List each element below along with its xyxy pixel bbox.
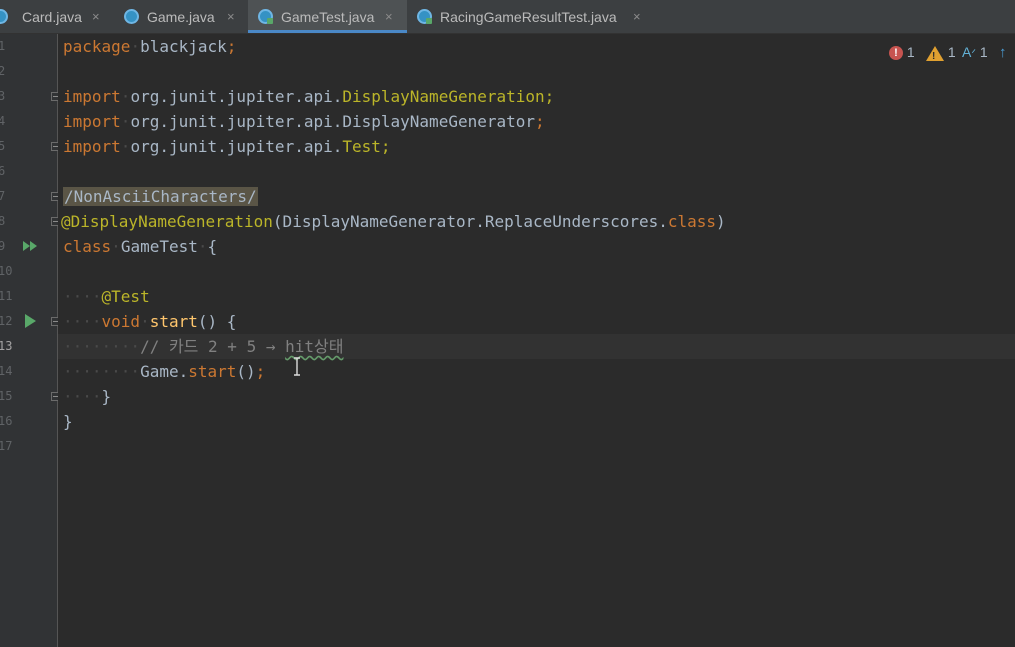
java-test-class-icon — [258, 9, 273, 24]
tab-racinggameresulttest-java[interactable]: RacingGameResultTest.java × — [407, 0, 655, 33]
line-number: 8 — [0, 214, 6, 228]
code-line-4: import·org.junit.jupiter.api.DisplayName… — [63, 112, 545, 131]
line-number: 5 — [0, 139, 6, 153]
code-line-1: package·blackjack; — [63, 37, 237, 56]
line-number-current: 13 — [0, 339, 13, 353]
typo-underline: hit상태 — [285, 337, 344, 356]
unused-import-highlight: /NonAsciiCharacters/ — [63, 187, 258, 206]
code-editor[interactable]: package·blackjack; import·org.junit.jupi… — [58, 34, 1015, 647]
previous-highlighted-error-button[interactable]: ↑ — [999, 43, 1007, 61]
tab-gametest-java[interactable]: GameTest.java × — [248, 0, 407, 33]
close-icon[interactable]: × — [227, 0, 235, 34]
line-number: 6 — [0, 164, 6, 178]
code-line-11: ····@Test — [63, 287, 150, 306]
line-number: 16 — [0, 414, 13, 428]
editor-tab-bar: Card.java × Game.java × GameTest.java × … — [0, 0, 1015, 34]
warning-icon: ! — [926, 45, 944, 62]
line-number: 2 — [0, 64, 6, 78]
code-line-7: /NonAsciiCharacters/ — [63, 184, 258, 209]
inspection-errors[interactable]: ! 1 — [889, 43, 915, 61]
line-number: 4 — [0, 114, 6, 128]
code-line-13: ········// 카드 2 + 5 → hit상태 — [63, 337, 344, 356]
line-number: 7 — [0, 189, 6, 203]
inspection-typos[interactable]: Aᐟ 1 — [962, 43, 988, 61]
close-icon[interactable]: × — [92, 0, 100, 34]
tab-label: GameTest.java — [281, 9, 375, 25]
text-cursor-icon — [294, 357, 300, 376]
tab-card-java[interactable]: Card.java × — [0, 0, 113, 33]
error-icon: ! — [889, 46, 903, 61]
close-icon[interactable]: × — [385, 0, 393, 34]
code-line-12: ····void·start() { — [63, 312, 237, 331]
line-number: 1 — [0, 39, 6, 53]
line-number: 15 — [0, 389, 13, 403]
java-class-icon — [124, 9, 139, 24]
line-number: 9 — [0, 239, 6, 253]
code-line-14: ········Game.start(); — [63, 362, 266, 381]
line-number: 10 — [0, 264, 13, 278]
code-line-16: } — [63, 412, 73, 431]
tab-label: Card.java — [22, 9, 82, 25]
inspection-warnings[interactable]: ! 1 — [926, 43, 956, 62]
code-line-8: @DisplayNameGeneration(DisplayNameGenera… — [61, 212, 726, 231]
tab-label: RacingGameResultTest.java — [440, 9, 617, 25]
run-test-icon[interactable] — [22, 313, 38, 329]
line-number: 3 — [0, 89, 6, 103]
line-number: 14 — [0, 364, 13, 378]
code-line-9: class·GameTest·{ — [63, 237, 218, 256]
editor-gutter[interactable]: 1 2 3 4 5 6 7 8 9 10 11 12 13 14 15 16 1… — [0, 34, 60, 647]
tab-game-java[interactable]: Game.java × — [113, 0, 248, 33]
java-class-icon — [0, 9, 8, 24]
line-number: 12 — [0, 314, 13, 328]
tab-label: Game.java — [147, 9, 215, 25]
close-icon[interactable]: × — [633, 0, 641, 34]
run-all-tests-icon[interactable] — [22, 238, 38, 254]
java-test-class-icon — [417, 9, 432, 24]
typo-icon: A — [962, 44, 972, 60]
code-line-3: import·org.junit.jupiter.api.DisplayName… — [63, 87, 555, 106]
code-line-5: import·org.junit.jupiter.api.Test; — [63, 137, 391, 156]
code-line-15: ····} — [63, 387, 112, 406]
arrow-up-icon: ↑ — [999, 44, 1007, 61]
line-number: 17 — [0, 439, 13, 453]
line-number: 11 — [0, 289, 13, 303]
